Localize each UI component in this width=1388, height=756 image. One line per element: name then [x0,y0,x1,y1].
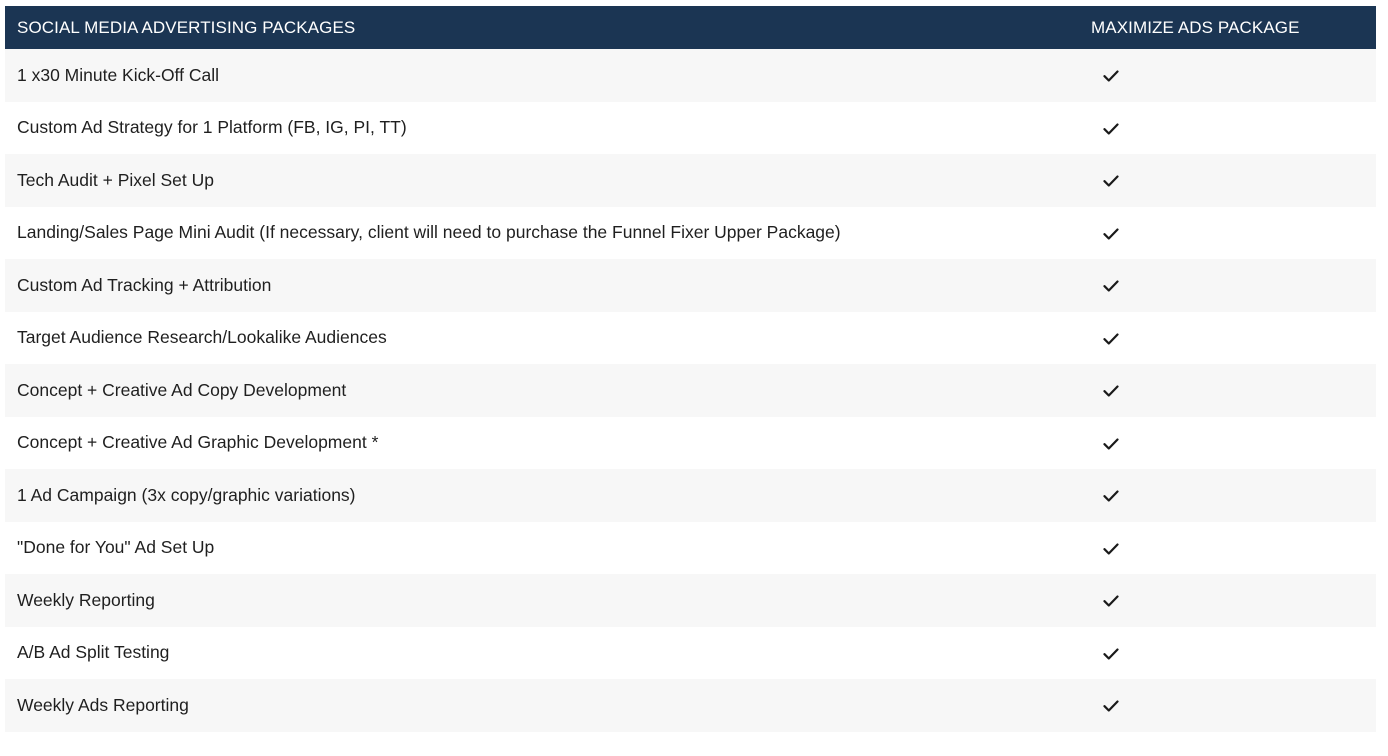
check-icon [1103,227,1119,241]
package-cell [1091,380,1376,401]
package-cell [1091,485,1376,506]
check-icon [1103,542,1119,556]
package-cell [1091,65,1376,86]
package-cell [1091,432,1376,453]
feature-label: A/B Ad Split Testing [17,642,170,663]
check-icon [1103,594,1119,608]
check-icon [1103,69,1119,83]
table-row: Custom Ad Strategy for 1 Platform (FB, I… [5,101,1376,154]
header-feature-label: SOCIAL MEDIA ADVERTISING PACKAGES [17,17,356,37]
feature-label: 1 x30 Minute Kick-Off Call [17,64,219,85]
package-cell [1091,170,1376,191]
feature-label: Concept + Creative Ad Graphic Developmen… [17,432,379,453]
check-icon [1103,699,1119,713]
check-icon [1103,437,1119,451]
table-row: A/B Ad Split Testing [5,626,1376,679]
table-row: Custom Ad Tracking + Attribution [5,259,1376,312]
table-row: Landing/Sales Page Mini Audit (If necess… [5,206,1376,259]
feature-label: Target Audience Research/Lookalike Audie… [17,327,387,348]
table-row: 1 x30 Minute Kick-Off Call [5,49,1376,102]
table-header: SOCIAL MEDIA ADVERTISING PACKAGES MAXIMI… [5,6,1376,49]
feature-label: 1 Ad Campaign (3x copy/graphic variation… [17,484,356,505]
table-body: 1 x30 Minute Kick-Off Call Custom Ad Stra… [5,49,1376,732]
feature-label: Weekly Reporting [17,589,155,610]
package-cell [1091,695,1376,716]
table-row: Target Audience Research/Lookalike Audie… [5,311,1376,364]
table-row: Concept + Creative Ad Graphic Developmen… [5,416,1376,469]
header-package-label: MAXIMIZE ADS PACKAGE [1091,17,1300,37]
table-row: Tech Audit + Pixel Set Up [5,154,1376,207]
table-row: Weekly Reporting [5,574,1376,627]
table-row: "Done for You" Ad Set Up [5,521,1376,574]
check-icon [1103,122,1119,136]
feature-label: Weekly Ads Reporting [17,694,189,715]
table-row: Concept + Creative Ad Copy Development [5,364,1376,417]
check-icon [1103,332,1119,346]
table-row: 1 Ad Campaign (3x copy/graphic variation… [5,469,1376,522]
package-cell [1091,590,1376,611]
check-icon [1103,174,1119,188]
feature-label: Concept + Creative Ad Copy Development [17,379,347,400]
package-cell [1091,642,1376,663]
package-cell [1091,537,1376,558]
feature-label: Custom Ad Strategy for 1 Platform (FB, I… [17,117,407,138]
table-row: Weekly Ads Reporting [5,679,1376,732]
check-icon [1103,647,1119,661]
package-cell [1091,222,1376,243]
package-cell [1091,117,1376,138]
packages-table: SOCIAL MEDIA ADVERTISING PACKAGES MAXIMI… [5,6,1376,732]
feature-label: Custom Ad Tracking + Attribution [17,274,272,295]
check-icon [1103,384,1119,398]
check-icon [1103,489,1119,503]
package-cell [1091,275,1376,296]
check-icon [1103,279,1119,293]
feature-label: Tech Audit + Pixel Set Up [17,169,214,190]
package-cell [1091,327,1376,348]
feature-label: "Done for You" Ad Set Up [17,537,215,558]
feature-label: Landing/Sales Page Mini Audit (If necess… [17,222,841,243]
